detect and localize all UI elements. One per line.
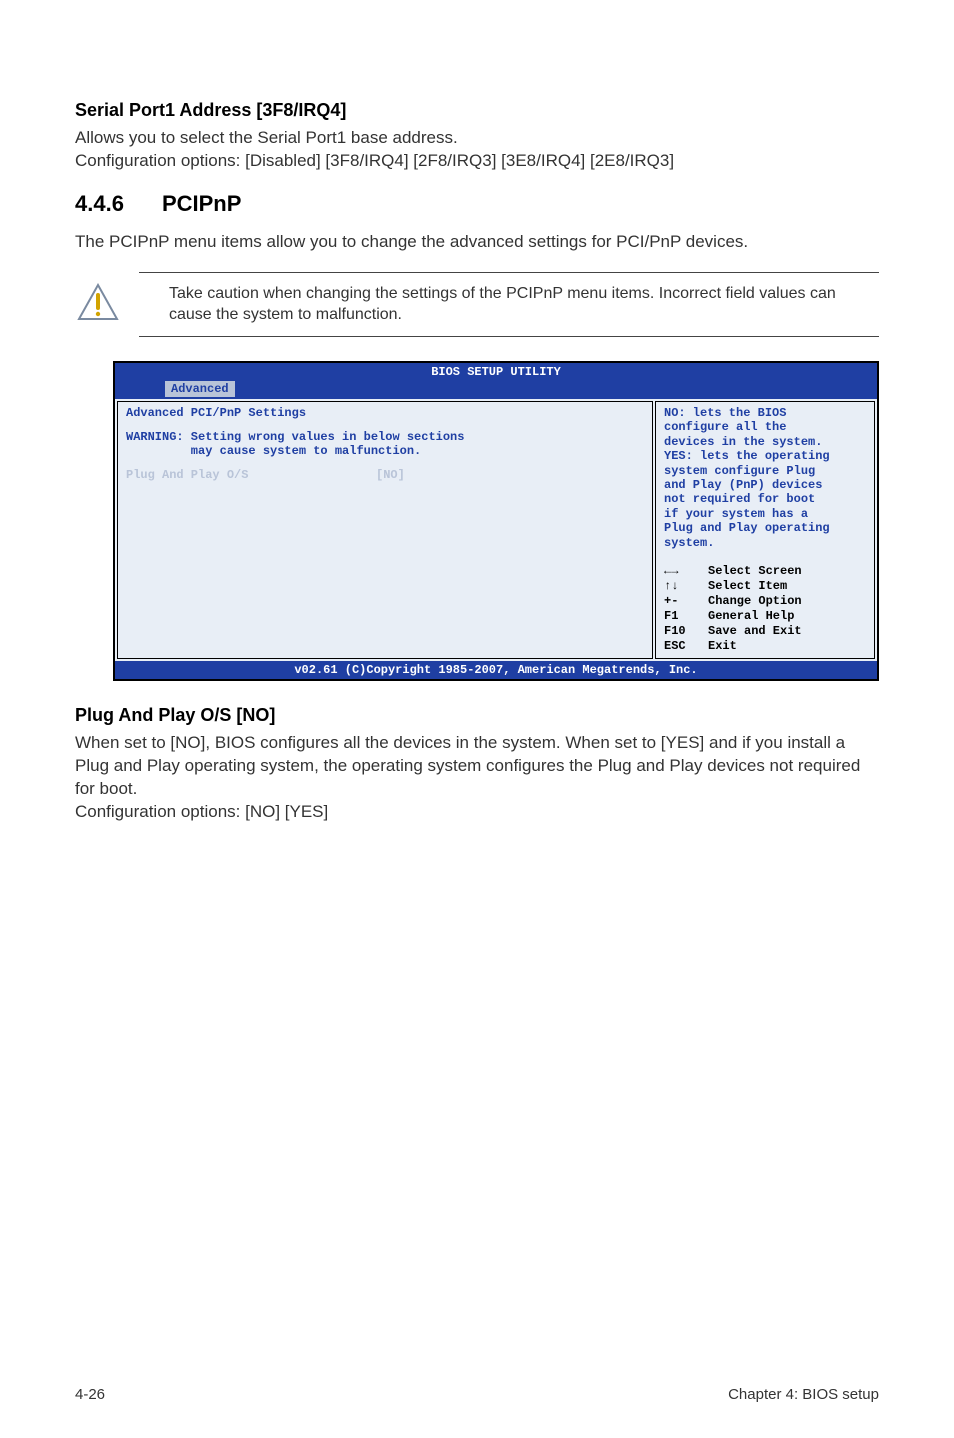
caution-text: Take caution when changing the settings … — [139, 283, 879, 326]
bios-tab-bar: Advanced — [115, 381, 877, 399]
legend-row: ↑↓ Select Item — [664, 579, 866, 594]
legend-key-esc: ESC — [664, 639, 708, 654]
serial-port-line2: Configuration options: [Disabled] [3F8/I… — [75, 151, 674, 170]
legend-label: Select Screen — [708, 564, 802, 579]
page-number: 4-26 — [75, 1386, 105, 1403]
section-title: PCIPnP — [162, 191, 241, 217]
legend-row: ←→ Select Screen — [664, 564, 866, 579]
legend-label: General Help — [708, 609, 794, 624]
caution-block: Take caution when changing the settings … — [139, 272, 879, 337]
bios-panel: BIOS SETUP UTILITY Advanced Advanced PCI… — [113, 361, 879, 681]
bios-warning-l1: WARNING: Setting wrong values in below s… — [126, 430, 464, 444]
legend-row: ESC Exit — [664, 639, 866, 654]
legend-key-arrows-ud: ↑↓ — [664, 579, 708, 594]
legend-label: Exit — [708, 639, 737, 654]
bios-title-bar: BIOS SETUP UTILITY — [115, 363, 877, 381]
bios-footer: v02.61 (C)Copyright 1985-2007, American … — [115, 661, 877, 679]
plug-and-play-title: Plug And Play O/S [NO] — [75, 705, 879, 726]
bios-left-heading: Advanced PCI/PnP Settings — [126, 406, 644, 420]
bios-warning: WARNING: Setting wrong values in below s… — [126, 430, 644, 458]
bios-item-plug-and-play[interactable]: Plug And Play O/S [NO] — [126, 468, 644, 482]
caution-icon — [77, 283, 119, 321]
legend-key-plusminus: +- — [664, 594, 708, 609]
serial-port-title: Serial Port1 Address [3F8/IRQ4] — [75, 100, 879, 121]
legend-row: +- Change Option — [664, 594, 866, 609]
bios-tab-advanced[interactable]: Advanced — [165, 381, 235, 397]
serial-port-line1: Allows you to select the Serial Port1 ba… — [75, 128, 458, 147]
legend-row: F10 Save and Exit — [664, 624, 866, 639]
legend-key-f1: F1 — [664, 609, 708, 624]
bios-legend: ←→ Select Screen ↑↓ Select Item +- Chang… — [664, 564, 866, 654]
serial-port-desc: Allows you to select the Serial Port1 ba… — [75, 127, 879, 173]
legend-key-f10: F10 — [664, 624, 708, 639]
bios-item-label: Plug And Play O/S — [126, 468, 376, 482]
pcipnp-desc: The PCIPnP menu items allow you to chang… — [75, 231, 879, 254]
legend-label: Change Option — [708, 594, 802, 609]
plug-and-play-line2: Configuration options: [NO] [YES] — [75, 802, 328, 821]
section-number: 4.4.6 — [75, 191, 124, 217]
bios-right-pane: NO: lets the BIOS configure all the devi… — [655, 401, 875, 659]
legend-key-arrows-lr: ←→ — [664, 564, 708, 579]
page-footer: 4-26 Chapter 4: BIOS setup — [75, 1386, 879, 1403]
bios-warning-l2: may cause system to malfunction. — [126, 444, 421, 458]
plug-and-play-line1: When set to [NO], BIOS configures all th… — [75, 733, 860, 798]
plug-and-play-desc: When set to [NO], BIOS configures all th… — [75, 732, 879, 824]
legend-row: F1 General Help — [664, 609, 866, 624]
bios-help-text: NO: lets the BIOS configure all the devi… — [664, 406, 866, 550]
legend-label: Select Item — [708, 579, 787, 594]
bios-left-pane: Advanced PCI/PnP Settings WARNING: Setti… — [117, 401, 653, 659]
legend-label: Save and Exit — [708, 624, 802, 639]
bios-item-value: [NO] — [376, 468, 405, 482]
chapter-label: Chapter 4: BIOS setup — [728, 1386, 879, 1403]
